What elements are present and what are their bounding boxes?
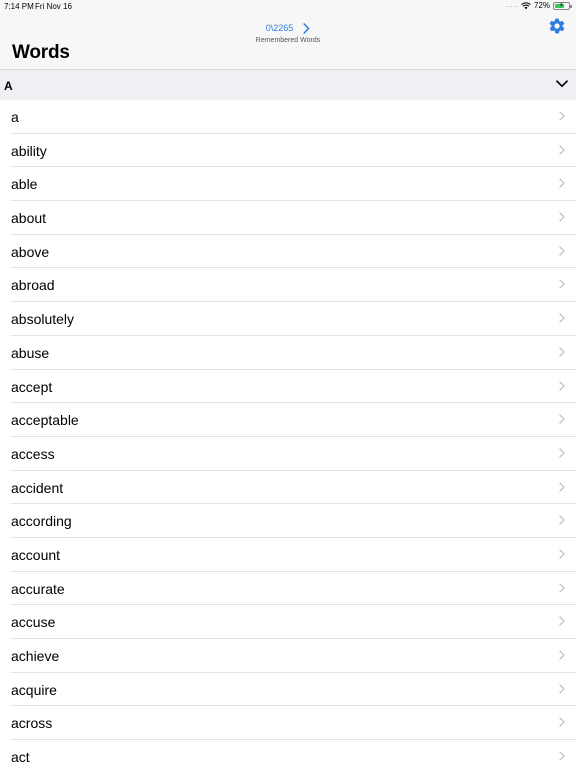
- status-time: 7:14 PM: [4, 2, 34, 11]
- list-item[interactable]: acquire: [0, 673, 576, 707]
- word-label: able: [11, 176, 38, 193]
- chevron-right-icon: [559, 178, 565, 189]
- word-label: acceptable: [11, 412, 79, 429]
- word-label: according: [11, 513, 72, 530]
- chevron-right-icon: [559, 111, 565, 121]
- chevron-right-icon: [559, 582, 565, 593]
- screen: 7:14 PM Fri Nov 16 ..... 72% ⚡ 0\2265 Re…: [0, 0, 576, 768]
- battery-icon: ⚡: [553, 1, 572, 10]
- chevron-right-icon: [559, 145, 565, 155]
- remembered-count: 0\2265: [265, 23, 294, 33]
- chevron-right-icon: [559, 279, 565, 290]
- section-header-a[interactable]: A: [0, 70, 576, 100]
- word-label: acquire: [11, 681, 57, 698]
- list-item[interactable]: about: [0, 201, 576, 235]
- list-item[interactable]: accident: [0, 471, 576, 505]
- chevron-right-icon: [559, 684, 565, 694]
- word-label: abuse: [11, 344, 50, 361]
- word-label: accurate: [11, 580, 65, 597]
- nav-subtitle: Remembered Words: [255, 37, 321, 44]
- list-item[interactable]: abuse: [0, 336, 576, 370]
- word-label: above: [11, 243, 50, 260]
- list-item[interactable]: account: [0, 538, 576, 572]
- word-label: access: [11, 445, 55, 462]
- chevron-right-icon: [559, 414, 565, 424]
- list-item[interactable]: according: [0, 504, 576, 538]
- word-label: absolutely: [11, 311, 75, 328]
- navigation-bar: 0\2265 Remembered Words Words: [0, 12, 576, 70]
- page-title: Words: [12, 42, 70, 63]
- status-date: Fri Nov 16: [35, 2, 72, 11]
- list-item[interactable]: across: [0, 706, 576, 741]
- chevron-right-icon: [559, 650, 565, 660]
- list-item[interactable]: accurate: [0, 572, 576, 606]
- word-list: a ability able about above abroad absolutely ab…: [0, 100, 576, 768]
- chevron-down-icon[interactable]: [556, 80, 568, 88]
- wifi-icon: [521, 1, 531, 9]
- list-item[interactable]: achieve: [0, 639, 576, 673]
- section-letter: A: [4, 79, 13, 93]
- chevron-right-icon: [559, 380, 565, 391]
- remembered-words-button[interactable]: 0\2265: [265, 22, 311, 34]
- word-label: accuse: [11, 614, 56, 631]
- chevron-right-icon: [303, 22, 310, 34]
- word-label: account: [11, 546, 61, 563]
- nav-center: 0\2265 Remembered Words: [0, 18, 576, 44]
- chevron-right-icon: [559, 616, 565, 626]
- word-label: a: [11, 109, 19, 125]
- list-item[interactable]: able: [0, 167, 576, 202]
- status-right: ..... 72% ⚡: [505, 1, 572, 10]
- word-label: across: [11, 715, 53, 732]
- status-bar: 7:14 PM Fri Nov 16 ..... 72% ⚡: [0, 0, 576, 12]
- chevron-right-icon: [559, 347, 565, 357]
- list-item[interactable]: abroad: [0, 268, 576, 303]
- word-label: about: [11, 210, 47, 227]
- word-label: accept: [11, 378, 53, 395]
- gear-icon[interactable]: [548, 17, 566, 35]
- charging-bolt-icon: ⚡: [559, 1, 564, 9]
- list-item[interactable]: access: [0, 437, 576, 471]
- list-item[interactable]: absolutely: [0, 302, 576, 336]
- word-label: achieve: [11, 648, 60, 664]
- chevron-right-icon: [559, 246, 565, 256]
- list-item[interactable]: above: [0, 235, 576, 269]
- word-label: ability: [11, 142, 47, 159]
- list-item[interactable]: accept: [0, 370, 576, 404]
- chevron-right-icon: [559, 549, 565, 559]
- list-item[interactable]: a: [0, 100, 576, 134]
- word-label: accident: [11, 479, 64, 496]
- chevron-right-icon: [559, 751, 565, 761]
- chevron-right-icon: [559, 212, 565, 222]
- list-item[interactable]: accuse: [0, 605, 576, 639]
- list-item[interactable]: act: [0, 740, 576, 768]
- list-item[interactable]: acceptable: [0, 403, 576, 437]
- word-label: abroad: [11, 277, 55, 294]
- chevron-right-icon: [559, 481, 565, 492]
- battery-percent: 72%: [533, 1, 550, 10]
- list-item[interactable]: ability: [0, 134, 576, 168]
- chevron-right-icon: [559, 515, 565, 525]
- chevron-right-icon: [559, 313, 565, 323]
- chevron-right-icon: [559, 448, 565, 458]
- word-label: act: [11, 749, 30, 766]
- chevron-right-icon: [559, 717, 565, 728]
- signal-icon: .....: [505, 2, 518, 9]
